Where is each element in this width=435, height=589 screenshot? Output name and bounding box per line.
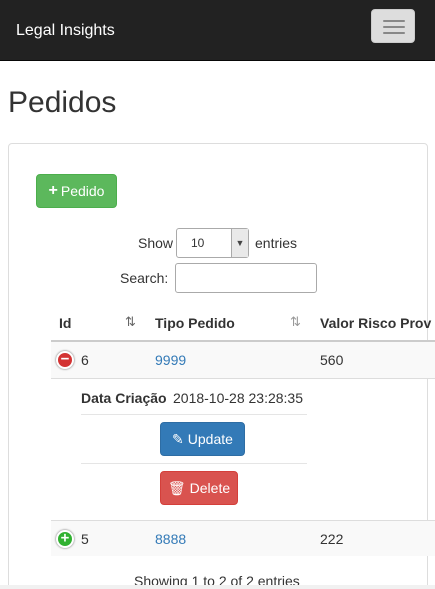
- trash-icon: 🗑: [167, 479, 186, 496]
- page-length-select[interactable]: 10 ▼: [176, 228, 249, 258]
- row-divider: [51, 378, 435, 379]
- edit-icon: ✎: [172, 430, 184, 447]
- page-title: Pedidos: [8, 86, 117, 119]
- search-label: Search:: [120, 270, 169, 286]
- length-show-label: Show: [138, 235, 174, 251]
- row-tipo-link[interactable]: 8888: [155, 531, 186, 547]
- delete-label: Delete: [189, 480, 231, 496]
- column-header-valor-risco[interactable]: Valor Risco Prov: [320, 315, 431, 331]
- detail-label: Data Criação: [81, 390, 167, 406]
- update-label: Update: [187, 431, 233, 447]
- add-pedido-label: Pedido: [60, 183, 105, 199]
- add-pedido-button[interactable]: + Pedido: [36, 174, 117, 208]
- horizontal-scrollbar[interactable]: [0, 585, 435, 589]
- row-valor: 560: [320, 352, 344, 368]
- row-id: 6: [81, 352, 89, 368]
- detail-value: 2018-10-28 23:28:35: [173, 390, 303, 406]
- plus-icon: +: [48, 182, 58, 199]
- search-input[interactable]: [175, 263, 317, 293]
- sort-both-icon: ⇅: [290, 314, 301, 329]
- row-tipo-link[interactable]: 9999: [155, 352, 186, 368]
- column-header-id[interactable]: Id: [59, 315, 71, 331]
- page-length-value: 10: [191, 236, 205, 250]
- collapse-row-icon[interactable]: −: [56, 351, 74, 369]
- detail-divider: [81, 463, 307, 464]
- chevron-down-icon: ▼: [231, 229, 248, 257]
- row-valor: 222: [320, 531, 344, 547]
- row-id: 5: [81, 531, 89, 547]
- detail-divider: [81, 414, 307, 415]
- delete-button[interactable]: 🗑 Delete: [160, 471, 238, 505]
- brand-link[interactable]: Legal Insights: [16, 22, 115, 40]
- update-button[interactable]: ✎ Update: [160, 422, 245, 456]
- navbar: Legal Insights: [0, 0, 435, 61]
- table-row: [51, 342, 435, 378]
- expand-row-icon[interactable]: +: [56, 530, 74, 548]
- navbar-toggle-button[interactable]: [371, 9, 415, 43]
- table-row: [51, 521, 435, 556]
- length-entries-label: entries: [255, 235, 298, 251]
- sort-ascending-icon: ⇅: [125, 314, 136, 329]
- column-header-tipo-pedido[interactable]: Tipo Pedido: [155, 315, 235, 331]
